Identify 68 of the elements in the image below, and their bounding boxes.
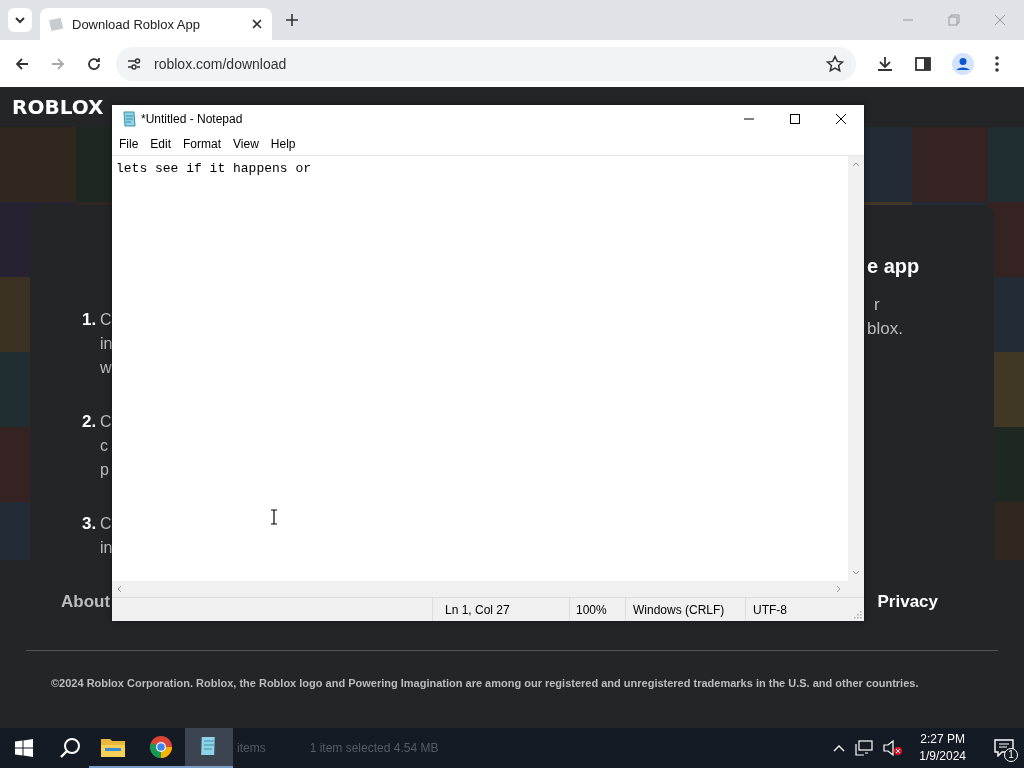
- address-bar[interactable]: roblox.com/download: [116, 46, 856, 81]
- tab-search-button[interactable]: [8, 8, 32, 32]
- notification-button[interactable]: 1: [990, 734, 1018, 762]
- start-icon[interactable]: [15, 739, 33, 757]
- copyright-text: ©2024 Roblox Corporation. Roblox, the Roblox logo and Powering Imagination are among our registered and unregistered trademarks in the U.S. and other countries.: [51, 677, 920, 689]
- close-icon[interactable]: [835, 113, 847, 125]
- menu-item[interactable]: Help: [264, 137, 302, 151]
- bookmark-star-icon[interactable]: [826, 54, 844, 73]
- chevron-up-icon[interactable]: [833, 744, 846, 752]
- download-icon[interactable]: [876, 54, 894, 73]
- side-panel-icon[interactable]: [914, 54, 932, 73]
- folder-icon: [101, 737, 125, 757]
- network-icon[interactable]: [855, 740, 874, 756]
- text-cursor-icon: [270, 509, 278, 525]
- step-text: C: [100, 310, 113, 330]
- logo[interactable]: ROBLOX: [12, 95, 104, 119]
- notification-icon: [994, 739, 1014, 757]
- notification-count: 1: [1004, 748, 1018, 762]
- status-text: Ln 1, Col 27: [433, 598, 570, 621]
- tab-title: Download Roblox App: [72, 16, 201, 32]
- step-text: C: [100, 412, 112, 432]
- profile-icon[interactable]: [952, 52, 974, 75]
- menu-item[interactable]: Edit: [144, 137, 178, 151]
- step-number: 2.: [82, 411, 96, 433]
- status-text: Windows (CRLF): [626, 598, 746, 621]
- status-text: 1 item selected 4.54 MB: [309, 741, 439, 755]
- step-text: p: [100, 460, 110, 480]
- step-number: 1.: [82, 309, 96, 331]
- step-text: c: [100, 436, 109, 456]
- new-tab-icon[interactable]: [286, 14, 298, 26]
- footer-link[interactable]: Privacy: [877, 592, 938, 612]
- card-text: blox.: [867, 318, 904, 340]
- menu-icon[interactable]: [994, 54, 1000, 73]
- notepad-icon: [121, 111, 137, 127]
- step-text: in: [100, 334, 113, 354]
- close-icon[interactable]: [252, 19, 262, 29]
- chrome-icon: [149, 735, 173, 759]
- step-text: w: [100, 358, 113, 378]
- status-text: items: [237, 741, 266, 755]
- page-icon: [48, 16, 64, 32]
- document-text: lets see if it happens or: [116, 161, 312, 176]
- site-settings-icon[interactable]: [126, 55, 142, 72]
- muted-speaker-icon[interactable]: [883, 740, 904, 756]
- text-area[interactable]: lets see if it happens or: [112, 156, 848, 581]
- clock[interactable]: 2:27 PM 1/9/2024: [919, 731, 966, 765]
- status-text: 100%: [570, 598, 626, 621]
- taskbar-app[interactable]: [185, 728, 233, 768]
- clock-date: 1/9/2024: [919, 748, 966, 765]
- card-text: r: [873, 294, 881, 316]
- clock-time: 2:27 PM: [920, 731, 965, 748]
- menu-item[interactable]: File: [113, 137, 145, 151]
- step-number: 3.: [82, 513, 96, 535]
- footer-link[interactable]: About: [61, 592, 111, 612]
- menu-item[interactable]: Format: [177, 137, 228, 151]
- maximize-icon[interactable]: [789, 113, 801, 125]
- card-heading: e app: [867, 254, 921, 279]
- back-icon[interactable]: [14, 55, 30, 72]
- menu-item[interactable]: View: [227, 137, 265, 151]
- browser-tab[interactable]: Download Roblox App: [40, 8, 272, 40]
- reload-icon[interactable]: [86, 55, 102, 72]
- status-text: UTF-8: [752, 601, 787, 619]
- window-title: *Untitled - Notepad: [141, 112, 243, 126]
- step-text: in: [100, 538, 113, 558]
- search-icon[interactable]: [59, 737, 81, 759]
- step-text: C: [100, 514, 113, 534]
- resize-grip-icon[interactable]: [852, 609, 862, 619]
- chevron-down-icon: [14, 14, 26, 26]
- url-text: roblox.com/download: [154, 55, 288, 72]
